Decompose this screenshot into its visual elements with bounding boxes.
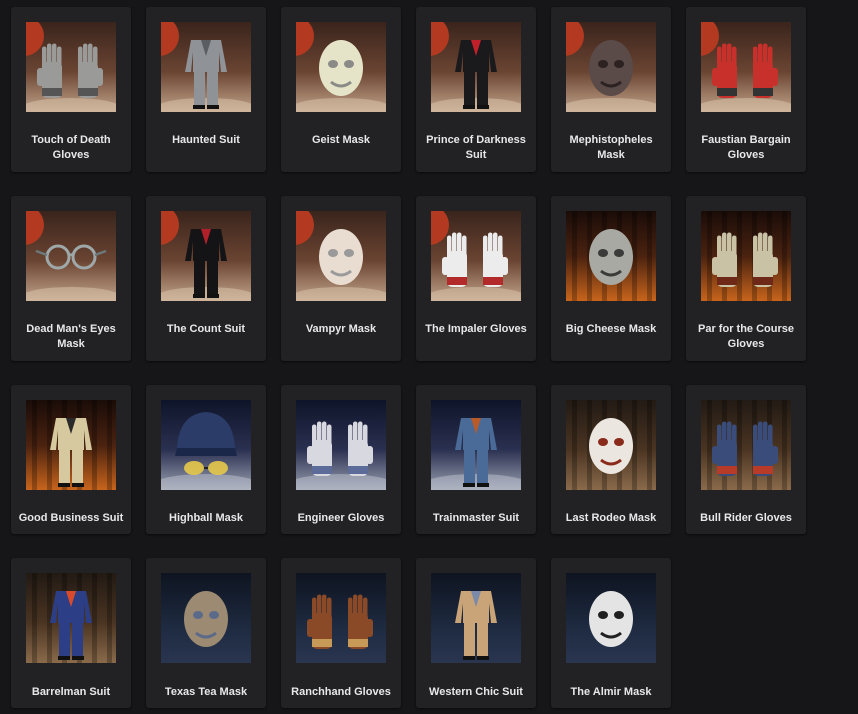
item-name: Trainmaster Suit xyxy=(432,512,520,524)
item-name: Touch of Death Gloves xyxy=(31,134,111,161)
item-thumbnail xyxy=(26,22,116,112)
item-name: Ranchhand Gloves xyxy=(291,686,391,698)
item-card[interactable]: Ranchhand Gloves xyxy=(281,558,401,708)
item-thumbnail xyxy=(296,400,386,490)
item-card[interactable]: Bull Rider Gloves xyxy=(686,385,806,534)
item-card[interactable]: Barrelman Suit xyxy=(11,558,131,708)
item-card[interactable]: Haunted Suit xyxy=(146,7,266,172)
item-card[interactable]: Highball Mask xyxy=(146,385,266,534)
item-name: Texas Tea Mask xyxy=(164,686,248,698)
item-name: Big Cheese Mask xyxy=(565,323,657,335)
item-card[interactable]: Prince of Darkness Suit xyxy=(416,7,536,172)
suit-icon xyxy=(431,400,521,490)
item-name: Haunted Suit xyxy=(172,134,240,146)
item-card[interactable]: The Impaler Gloves xyxy=(416,196,536,361)
item-thumbnail xyxy=(161,211,251,301)
item-thumbnail xyxy=(701,22,791,112)
item-thumbnail xyxy=(566,211,656,301)
item-thumbnail xyxy=(431,211,521,301)
item-name: Good Business Suit xyxy=(18,512,124,524)
item-thumbnail xyxy=(701,400,791,490)
item-name: Par for the Course Gloves xyxy=(698,323,794,350)
item-card[interactable]: Mephistopheles Mask xyxy=(551,7,671,172)
item-thumbnail xyxy=(431,573,521,663)
item-thumbnail xyxy=(26,573,116,663)
item-name: Dead Man's Eyes Mask xyxy=(26,323,116,350)
item-card[interactable]: Faustian Bargain Gloves xyxy=(686,7,806,172)
item-name: Western Chic Suit xyxy=(429,686,523,698)
item-card[interactable]: Big Cheese Mask xyxy=(551,196,671,361)
gloves-icon xyxy=(296,573,386,663)
item-name: The Impaler Gloves xyxy=(425,323,527,335)
item-name: Engineer Gloves xyxy=(297,512,385,524)
item-card[interactable]: Touch of Death Gloves xyxy=(11,7,131,172)
item-thumbnail xyxy=(161,22,251,112)
item-card[interactable]: Texas Tea Mask xyxy=(146,558,266,708)
item-card[interactable]: Par for the Course Gloves xyxy=(686,196,806,361)
item-card[interactable]: Western Chic Suit xyxy=(416,558,536,708)
item-name: Prince of Darkness Suit xyxy=(426,134,526,161)
item-card[interactable]: Geist Mask xyxy=(281,7,401,172)
item-thumbnail xyxy=(296,573,386,663)
item-name: Mephistopheles Mask xyxy=(569,134,653,161)
mask-icon xyxy=(566,211,656,301)
item-thumbnail xyxy=(431,400,521,490)
item-card[interactable]: Vampyr Mask xyxy=(281,196,401,361)
gloves-icon xyxy=(701,211,791,301)
item-name: Faustian Bargain Gloves xyxy=(701,134,791,161)
suit-icon xyxy=(161,211,251,301)
item-name: Barrelman Suit xyxy=(31,686,111,698)
item-thumbnail xyxy=(431,22,521,112)
gloves-icon xyxy=(701,400,791,490)
item-thumbnail xyxy=(296,211,386,301)
item-thumbnail xyxy=(26,211,116,301)
suit-icon xyxy=(431,573,521,663)
item-thumbnail xyxy=(701,211,791,301)
gloves-icon xyxy=(296,400,386,490)
item-thumbnail xyxy=(161,573,251,663)
item-grid: Touch of Death Gloves Haunted Suit Geist M… xyxy=(0,0,858,714)
item-thumbnail xyxy=(566,573,656,663)
mask-icon xyxy=(566,573,656,663)
item-card[interactable]: Engineer Gloves xyxy=(281,385,401,534)
item-card[interactable]: Good Business Suit xyxy=(11,385,131,534)
mask-icon xyxy=(566,400,656,490)
item-thumbnail xyxy=(566,22,656,112)
item-thumbnail xyxy=(26,400,116,490)
item-name: Geist Mask xyxy=(311,134,371,146)
item-name: The Count Suit xyxy=(166,323,246,335)
cap-icon xyxy=(161,400,251,490)
item-name: Bull Rider Gloves xyxy=(700,512,792,524)
item-card[interactable]: The Almir Mask xyxy=(551,558,671,708)
suit-icon xyxy=(161,22,251,112)
item-thumbnail xyxy=(161,400,251,490)
item-name: The Almir Mask xyxy=(570,686,652,698)
gloves-icon xyxy=(701,22,791,112)
item-thumbnail xyxy=(566,400,656,490)
item-card[interactable]: Last Rodeo Mask xyxy=(551,385,671,534)
item-name: Highball Mask xyxy=(169,512,243,524)
item-card[interactable]: The Count Suit xyxy=(146,196,266,361)
gloves-icon xyxy=(431,211,521,301)
item-card[interactable]: Dead Man's Eyes Mask xyxy=(11,196,131,361)
item-name: Last Rodeo Mask xyxy=(565,512,657,524)
gloves-icon xyxy=(26,22,116,112)
item-thumbnail xyxy=(296,22,386,112)
suit-icon xyxy=(26,573,116,663)
suit-icon xyxy=(431,22,521,112)
mask-icon xyxy=(296,211,386,301)
item-card[interactable]: Trainmaster Suit xyxy=(416,385,536,534)
suit-icon xyxy=(26,400,116,490)
item-name: Vampyr Mask xyxy=(305,323,377,335)
mask-icon xyxy=(161,573,251,663)
glasses-icon xyxy=(26,211,116,301)
mask-icon xyxy=(296,22,386,112)
mask-icon xyxy=(566,22,656,112)
